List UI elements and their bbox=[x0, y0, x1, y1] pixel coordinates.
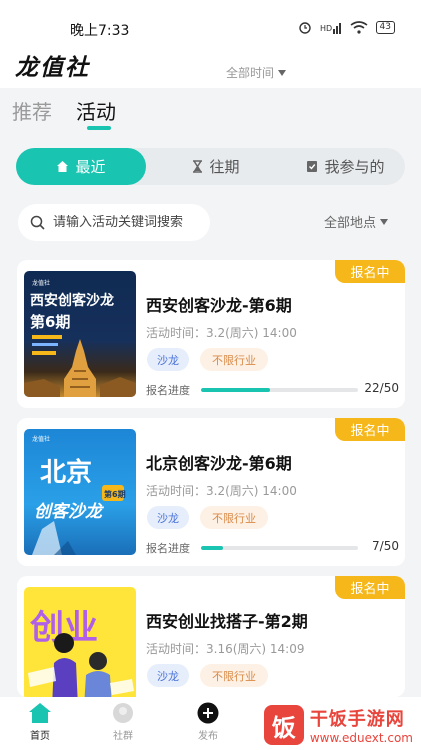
event-poster: 创业 bbox=[24, 587, 136, 697]
tab-activity[interactable]: 活动 bbox=[76, 96, 116, 125]
event-time: 活动时间：3.2(周六) 14:00 bbox=[146, 326, 297, 340]
wifi-icon bbox=[350, 20, 368, 34]
watermark-logo: 饭 bbox=[263, 705, 304, 745]
tab-indicator bbox=[87, 126, 111, 130]
progress-bar bbox=[201, 388, 358, 392]
segment-control: 最近 往期 我参与的 bbox=[16, 148, 405, 185]
filter-time[interactable]: 全部时间 bbox=[226, 64, 287, 81]
signup-count: 7/50 bbox=[372, 539, 399, 553]
app-logo: 龙值社 bbox=[15, 55, 90, 81]
search-box[interactable] bbox=[18, 204, 210, 241]
poster-line1: 西安创客沙龙 bbox=[30, 292, 114, 309]
poster-art: 龙值社 西安创客沙龙 第6期 bbox=[24, 279, 136, 397]
tab-community-label: 社群 bbox=[113, 731, 133, 742]
status-icons: HD 43 bbox=[298, 20, 395, 34]
progress-fill bbox=[201, 388, 271, 392]
progress-label: 报名进度 bbox=[146, 384, 190, 397]
event-title: 西安创客沙龙-第6期 bbox=[146, 296, 292, 315]
poster-badge: 第6期 bbox=[104, 489, 126, 499]
status-badge: 报名中 bbox=[335, 418, 405, 441]
status-bar: 晚上7:33 HD 43 bbox=[0, 0, 421, 40]
progress-fill bbox=[201, 546, 223, 550]
tab-home[interactable]: 首页 bbox=[28, 702, 52, 742]
watermark-url: www.eduext.com bbox=[309, 731, 413, 745]
status-badge: 报名中 bbox=[335, 260, 405, 283]
event-card[interactable]: 龙值社 北京 第6期 创客沙龙 报名中 北京创客沙龙-第6期 活动时间：3.2(… bbox=[17, 418, 405, 566]
poster-line1: 北京 bbox=[40, 457, 92, 488]
event-poster: 龙值社 北京 第6期 创客沙龙 bbox=[24, 429, 136, 555]
watermark-name: 干饭手游网 bbox=[309, 709, 405, 730]
tab-publish-label: 发布 bbox=[198, 731, 218, 742]
svg-text:HD: HD bbox=[320, 24, 332, 33]
filter-location-label: 全部地点 bbox=[324, 216, 377, 231]
filter-location[interactable]: 全部地点 bbox=[324, 212, 389, 231]
tab-community[interactable]: 社群 bbox=[112, 702, 134, 742]
tag-category: 沙龙 bbox=[147, 506, 189, 529]
poster-line2: 第6期 bbox=[30, 313, 70, 331]
segment-past-label: 往期 bbox=[209, 158, 240, 176]
alarm-icon bbox=[298, 22, 311, 34]
plus-icon bbox=[197, 702, 219, 724]
segment-recent-label: 最近 bbox=[75, 158, 106, 176]
search-input[interactable] bbox=[53, 215, 203, 230]
battery-icon: 43 bbox=[375, 20, 395, 34]
event-card[interactable]: 创业 报名中 西安创业找搭子-第2期 活动时间：3.16(周六) 14:09 沙… bbox=[17, 576, 405, 697]
bookmark-check-icon bbox=[307, 161, 318, 172]
app-bar: 龙值社 bbox=[0, 40, 421, 88]
segment-past[interactable]: 往期 bbox=[166, 148, 266, 185]
segment-mine[interactable]: 我参与的 bbox=[286, 148, 405, 185]
tab-home-label: 首页 bbox=[30, 731, 50, 742]
tag-industry: 不限行业 bbox=[200, 664, 268, 687]
tag-category: 沙龙 bbox=[147, 664, 189, 687]
poster-art: 龙值社 北京 第6期 创客沙龙 bbox=[32, 435, 126, 555]
poster-line2: 创客沙龙 bbox=[34, 502, 105, 522]
tab-publish[interactable]: 发布 bbox=[197, 702, 219, 742]
tab-recommend[interactable]: 推荐 bbox=[12, 96, 52, 125]
event-time: 活动时间：3.16(周六) 14:09 bbox=[146, 642, 305, 656]
event-title: 北京创客沙龙-第6期 bbox=[146, 454, 292, 473]
progress-label: 报名进度 bbox=[146, 542, 190, 555]
home-icon bbox=[29, 703, 51, 723]
tag-category: 沙龙 bbox=[147, 348, 189, 371]
event-card[interactable]: 龙值社 西安创客沙龙 第6期 报名中 西安创客沙龙-第6期 活动时间：3.2(周… bbox=[17, 260, 405, 408]
watermark-text: 干饭手游网 www.eduext.com bbox=[310, 705, 413, 745]
filter-time-label: 全部时间 bbox=[226, 66, 275, 80]
community-icon bbox=[113, 703, 133, 723]
segment-mine-label: 我参与的 bbox=[324, 158, 385, 176]
search-icon bbox=[30, 215, 45, 230]
top-tabs: 推荐 活动 bbox=[0, 88, 421, 136]
caret-down-icon bbox=[380, 218, 389, 225]
tag-industry: 不限行业 bbox=[200, 348, 268, 371]
watermark: 饭 干饭手游网 www.eduext.com bbox=[263, 705, 413, 745]
status-time: 晚上7:33 bbox=[70, 23, 130, 39]
progress-bar bbox=[201, 546, 358, 550]
home-icon bbox=[57, 161, 69, 172]
event-title: 西安创业找搭子-第2期 bbox=[146, 612, 308, 631]
poster-brand: 龙值社 bbox=[32, 435, 50, 443]
segment-recent[interactable]: 最近 bbox=[16, 148, 146, 185]
caret-down-icon bbox=[278, 69, 287, 76]
signal-icon: HD bbox=[320, 22, 341, 34]
hourglass-icon bbox=[193, 160, 203, 173]
poster-art: 创业 bbox=[28, 608, 134, 697]
signup-count: 22/50 bbox=[364, 381, 399, 395]
poster-brand: 龙值社 bbox=[32, 279, 50, 287]
tag-industry: 不限行业 bbox=[200, 506, 268, 529]
event-poster: 龙值社 西安创客沙龙 第6期 bbox=[24, 271, 136, 397]
event-time: 活动时间：3.2(周六) 14:00 bbox=[146, 484, 297, 498]
status-badge: 报名中 bbox=[335, 576, 405, 599]
